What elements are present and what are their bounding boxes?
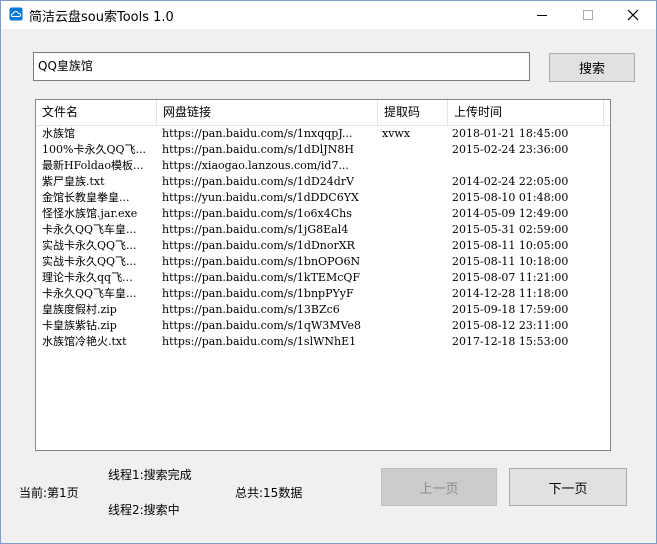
cell-link: https://pan.baidu.com/s/1slWNhE1 [162,335,357,348]
table-row[interactable]: 怪怪水族馆.jar.exe https://pan.baidu.com/s/1o6… [36,206,610,222]
cell-filename: 理论卡永久qq飞... [42,271,133,284]
results-table[interactable]: 文件名 网盘链接 提取码 上传时间 水族馆 https://pan.baidu.c… [35,99,611,451]
minimize-button[interactable] [519,1,565,29]
cell-code [382,238,446,254]
cell-link: https://pan.baidu.com/s/1dD24drV [162,175,355,188]
table-row[interactable]: 卡永久QQ飞车皇... https://pan.baidu.com/s/1bnpP… [36,286,610,302]
prev-page-button[interactable]: 上一页 [381,468,497,506]
cell-filename: 水族馆 [42,127,75,140]
table-row[interactable]: 理论卡永久qq飞... https://pan.baidu.com/s/1kTEM… [36,270,610,286]
column-header-link[interactable]: 网盘链接 [157,100,378,125]
cell-time: 2014-12-28 11:18:00 [452,287,569,300]
next-page-button[interactable]: 下一页 [509,468,627,506]
cell-code [382,286,446,302]
cell-time: 2015-08-07 11:21:00 [452,271,569,284]
cell-filename: 实战卡永久QQ飞... [42,239,137,252]
cell-link: https://pan.baidu.com/s/1bnpPYyF [162,287,354,300]
maximize-icon [583,10,593,20]
cell-time: 2015-08-11 10:05:00 [452,239,569,252]
column-header-filename[interactable]: 文件名 [36,100,157,125]
close-button[interactable] [610,1,656,29]
table-row[interactable]: 水族馆冷艳火.txt https://pan.baidu.com/s/1slWNh… [36,334,610,350]
table-row[interactable]: 卡皇族紫钻.zip https://pan.baidu.com/s/1qW3MVe… [36,318,610,334]
cell-time: 2014-02-24 22:05:00 [452,175,569,188]
cell-code [382,334,446,350]
table-row[interactable]: 实战卡永久QQ飞... https://pan.baidu.com/s/1dDno… [36,238,610,254]
cell-code [382,222,446,238]
cell-code [382,270,446,286]
cell-filename: 金馆长教皇拳皇... [42,191,130,204]
cell-filename: 怪怪水族馆.jar.exe [42,207,138,220]
cell-time: 2018-01-21 18:45:00 [452,127,569,140]
minimize-icon [537,15,547,16]
close-icon [627,9,639,21]
cell-filename: 紫尸皇族.txt [42,175,105,188]
cell-code [382,254,446,270]
cell-time: 2014-05-09 12:49:00 [452,207,569,220]
cloud-app-icon [9,7,23,21]
cell-time: 2015-05-31 02:59:00 [452,223,569,236]
cell-link: https://pan.baidu.com/s/1o6x4Chs [162,207,352,220]
search-input[interactable]: QQ皇族馆 [33,52,530,81]
window-title: 简洁云盘sou索Tools 1.0 [29,10,174,25]
cell-link: https://pan.baidu.com/s/1kTEMcQF [162,271,361,284]
cell-code: xvwx [382,127,411,140]
cell-code [382,158,446,174]
cell-filename: 卡永久QQ飞车皇... [42,287,137,300]
table-row[interactable]: 最新HFoldao模板... https://xiaogao.lanzous.co… [36,158,610,174]
app-window: 简洁云盘sou索Tools 1.0 QQ皇族馆 搜索 文件名 网盘链接 提取码 … [0,0,657,544]
cell-time: 2015-08-12 23:11:00 [452,319,569,332]
cell-link: https://pan.baidu.com/s/1jG8Eal4 [162,223,349,236]
thread1-status: 线程1:搜索完成 [108,468,192,482]
cell-link: https://xiaogao.lanzous.com/id7... [162,159,349,172]
cell-filename: 100%卡永久QQ飞... [42,143,146,156]
cell-link: https://pan.baidu.com/s/1qW3MVe8 [162,319,361,332]
cell-filename: 最新HFoldao模板... [42,159,144,172]
cell-link: https://yun.baidu.com/s/1dDDC6YX [162,191,359,204]
current-page-label: 当前:第1页 [19,486,79,500]
column-header-time[interactable]: 上传时间 [448,100,604,125]
cell-code [382,318,446,334]
table-row[interactable]: 卡永久QQ飞车皇... https://pan.baidu.com/s/1jG8E… [36,222,610,238]
cell-filename: 皇族度假村.zip [42,303,117,316]
cell-filename: 卡皇族紫钻.zip [42,319,117,332]
cell-filename: 卡永久QQ飞车皇... [42,223,137,236]
cell-time [452,158,602,174]
cell-time: 2015-09-18 17:59:00 [452,303,569,316]
cell-time: 2015-02-24 23:36:00 [452,143,569,156]
table-row[interactable]: 金馆长教皇拳皇... https://yun.baidu.com/s/1dDDC6… [36,190,610,206]
table-header: 文件名 网盘链接 提取码 上传时间 [36,100,610,126]
maximize-button[interactable] [565,1,611,29]
cell-code [382,174,446,190]
table-row[interactable]: 皇族度假村.zip https://pan.baidu.com/s/13BZc6 2… [36,302,610,318]
cell-filename: 实战卡永久QQ飞... [42,255,137,268]
cell-code [382,190,446,206]
title-bar[interactable]: 简洁云盘sou索Tools 1.0 [1,1,656,29]
cell-time: 2015-08-11 10:18:00 [452,255,569,268]
cell-filename: 水族馆冷艳火.txt [42,335,127,348]
cell-link: https://pan.baidu.com/s/1bnOPO6N [162,255,361,268]
search-button[interactable]: 搜索 [549,53,635,82]
table-body: 水族馆 https://pan.baidu.com/s/1nxqqpJ... xvw… [36,126,610,350]
cell-code [382,142,446,158]
total-count-label: 总共:15数据 [235,486,303,500]
cell-code [382,302,446,318]
column-header-code[interactable]: 提取码 [378,100,448,125]
cell-link: https://pan.baidu.com/s/13BZc6 [162,303,340,316]
thread2-status: 线程2:搜索中 [108,503,180,517]
table-row[interactable]: 紫尸皇族.txt https://pan.baidu.com/s/1dD24drV… [36,174,610,190]
cell-time: 2017-12-18 15:53:00 [452,335,569,348]
cell-link: https://pan.baidu.com/s/1nxqqpJ... [162,127,353,140]
table-row[interactable]: 100%卡永久QQ飞... https://pan.baidu.com/s/1dD… [36,142,610,158]
table-row[interactable]: 水族馆 https://pan.baidu.com/s/1nxqqpJ... xvw… [36,126,610,142]
cell-code [382,206,446,222]
cell-link: https://pan.baidu.com/s/1dDnorXR [162,239,355,252]
cell-time: 2015-08-10 01:48:00 [452,191,569,204]
table-row[interactable]: 实战卡永久QQ飞... https://pan.baidu.com/s/1bnOP… [36,254,610,270]
cell-link: https://pan.baidu.com/s/1dDlJN8H [162,143,354,156]
